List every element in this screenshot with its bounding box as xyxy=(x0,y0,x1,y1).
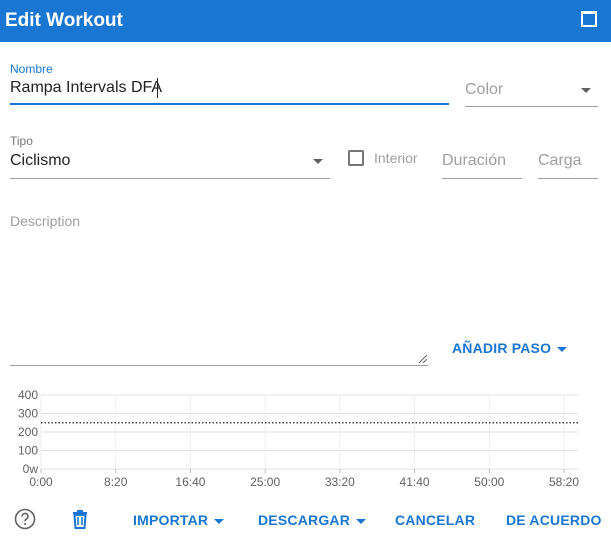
description-underline xyxy=(10,365,428,366)
trash-icon[interactable] xyxy=(70,509,90,529)
ok-label: DE ACUERDO xyxy=(506,512,602,528)
name-field[interactable]: Nombre Rampa Intervals DFA xyxy=(10,62,449,106)
indoor-checkbox[interactable] xyxy=(348,150,364,166)
caret-down-icon xyxy=(356,518,367,524)
chart-x-tick-label: 16:40 xyxy=(175,475,205,489)
workout-chart: 0w 100 200 300 400 0:00 8:20 16:40 25:00 33:20 41… xyxy=(18,388,579,489)
load-field[interactable]: Carga xyxy=(538,150,598,180)
download-label: DESCARGAR xyxy=(258,512,351,528)
type-value: Ciclismo xyxy=(10,152,71,169)
text-cursor xyxy=(157,78,158,98)
maximize-icon[interactable] xyxy=(581,11,597,27)
duration-field[interactable]: Duración xyxy=(442,150,522,180)
chart-y-tick-label: 300 xyxy=(18,407,38,421)
chart-x-tick-label: 50:00 xyxy=(474,475,504,489)
caret-down-icon xyxy=(214,518,225,524)
caret-down-icon xyxy=(557,346,568,352)
help-icon[interactable] xyxy=(14,508,36,530)
chart-x-tick-label: 58:20 xyxy=(549,475,579,489)
type-select[interactable]: Tipo Ciclismo xyxy=(10,134,330,180)
description-placeholder: Description xyxy=(10,213,81,229)
title-bar: Edit Workout xyxy=(0,0,611,42)
duration-placeholder: Duración xyxy=(442,152,507,169)
add-step-button[interactable]: AÑADIR PASO xyxy=(452,340,568,356)
type-underline xyxy=(10,178,330,179)
indoor-label: Interior xyxy=(374,150,418,166)
chart-x-tick-label: 0:00 xyxy=(29,475,53,489)
name-label: Nombre xyxy=(10,62,53,76)
ok-button[interactable]: DE ACUERDO xyxy=(506,512,602,528)
chart-y-tick-label: 0w xyxy=(23,462,39,476)
cancel-label: CANCELAR xyxy=(395,512,476,528)
dialog-title: Edit Workout xyxy=(5,10,123,31)
name-input[interactable]: Rampa Intervals DFA xyxy=(10,79,162,97)
download-button[interactable]: DESCARGAR xyxy=(258,512,367,528)
chart-x-tick-label: 33:20 xyxy=(325,475,355,489)
chart-x-tick-label: 8:20 xyxy=(104,475,128,489)
add-step-label: AÑADIR PASO xyxy=(452,340,552,356)
name-underline xyxy=(10,103,449,105)
chevron-down-icon xyxy=(313,159,323,164)
type-label: Tipo xyxy=(10,134,33,148)
edit-workout-dialog: Edit Workout Nombre Rampa Intervals DFA … xyxy=(0,0,611,543)
chart-y-tick-label: 200 xyxy=(18,425,38,439)
cancel-button[interactable]: CANCELAR xyxy=(395,512,475,528)
load-underline xyxy=(538,178,598,179)
color-underline xyxy=(465,106,598,107)
color-placeholder: Color xyxy=(465,81,504,98)
import-button[interactable]: IMPORTAR xyxy=(133,512,225,528)
chart-x-tick-label: 41:40 xyxy=(400,475,430,489)
chart-y-tick-label: 400 xyxy=(18,388,38,402)
duration-underline xyxy=(442,178,522,179)
color-select[interactable]: Color xyxy=(465,78,598,108)
load-placeholder: Carga xyxy=(538,152,582,169)
chart-x-tick-label: 25:00 xyxy=(250,475,280,489)
resize-handle-icon[interactable] xyxy=(418,354,428,364)
description-textarea[interactable]: Description xyxy=(10,212,428,366)
chevron-down-icon xyxy=(581,88,591,93)
chart-y-tick-label: 100 xyxy=(18,444,38,458)
import-label: IMPORTAR xyxy=(133,512,209,528)
